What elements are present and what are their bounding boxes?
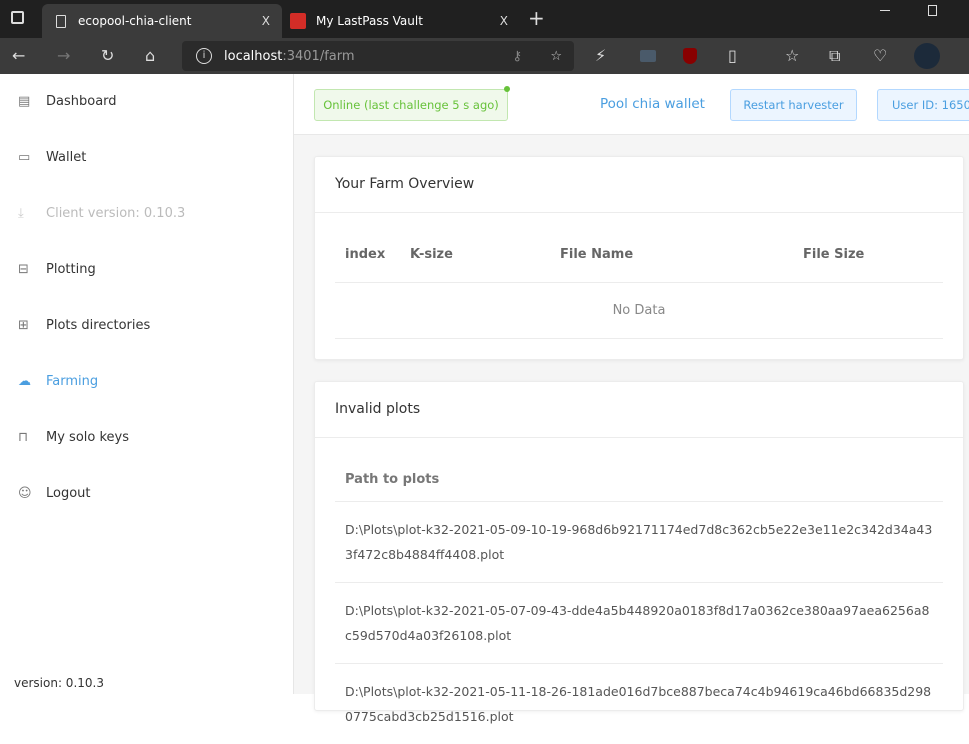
inbox-icon: ⊟ <box>18 262 29 277</box>
profile-avatar[interactable] <box>914 43 940 69</box>
table-row: D:\Plots\plot-k32-2021-05-11-18-26-181ad… <box>335 663 943 744</box>
status-badge: Online (last challenge 5 s ago) <box>314 86 510 121</box>
label: Logout <box>46 486 91 501</box>
table-row: D:\Plots\plot-k32-2021-05-07-09-43-dde4a… <box>335 582 943 663</box>
label: Farming <box>46 374 99 389</box>
user-id-button[interactable]: User ID: 1650 <box>877 89 969 121</box>
new-tab-button[interactable]: + <box>528 6 545 30</box>
sidebar-item-farming[interactable]: ☁ Farming <box>18 374 98 389</box>
info-icon: i <box>196 48 212 64</box>
version-label: version: 0.10.3 <box>14 676 104 690</box>
sidebar-item-client-version[interactable]: ⤓ Client version: 0.10.3 <box>18 206 185 221</box>
label: Client version: 0.10.3 <box>46 206 186 221</box>
tab-close-button[interactable]: X <box>500 14 508 28</box>
column-header[interactable]: K-size <box>410 247 453 262</box>
wallet-icon: ▭ <box>18 150 31 165</box>
ublock-icon[interactable] <box>683 48 697 64</box>
card-title: Invalid plots <box>315 382 963 438</box>
column-header[interactable]: index <box>345 247 385 262</box>
sidebar-item-plotting[interactable]: ⊟ Plotting <box>18 262 96 277</box>
collections-icon[interactable]: ⧉ <box>829 46 840 66</box>
browser-essentials-icon[interactable]: ♡ <box>873 46 887 65</box>
label: Plots directories <box>46 318 151 333</box>
maximize-button[interactable] <box>928 5 937 16</box>
tab-title: My LastPass Vault <box>316 14 423 28</box>
column-header[interactable]: File Size <box>803 247 864 262</box>
empty-state: No Data <box>335 283 943 339</box>
label: Plotting <box>46 262 96 277</box>
tab-actions-icon[interactable] <box>11 11 24 24</box>
pool-wallet-link[interactable]: Pool chia wallet <box>600 96 705 112</box>
card-title: Your Farm Overview <box>315 157 963 213</box>
extension-icon[interactable]: ⚡ <box>595 46 606 65</box>
home-icon[interactable]: ⌂ <box>145 46 155 65</box>
sidebar: ▤ Dashboard ▭ Wallet ⤓ Client version: 0.10… <box>0 74 294 694</box>
tab-ecopool[interactable]: ecopool-chia-client X <box>42 4 282 38</box>
address-bar[interactable]: i localhost:3401/farm ⚷ ☆ <box>182 41 574 71</box>
header-bar: Online (last challenge 5 s ago) Pool chi… <box>294 74 969 135</box>
lock-icon: ⊓ <box>18 430 29 445</box>
tab-lastpass[interactable]: My LastPass Vault X <box>282 4 520 38</box>
sidebar-item-solo-keys[interactable]: ⊓ My solo keys <box>18 430 129 445</box>
office-icon[interactable]: ▯ <box>728 46 737 65</box>
sidebar-item-plots-directories[interactable]: ⊞ Plots directories <box>18 318 150 333</box>
minimize-button[interactable] <box>880 10 890 11</box>
column-header[interactable]: File Name <box>560 247 633 262</box>
table-row: D:\Plots\plot-k32-2021-05-09-10-19-968d6… <box>335 501 943 582</box>
main-content: Online (last challenge 5 s ago) Pool chi… <box>294 74 969 724</box>
sidebar-item-wallet[interactable]: ▭ Wallet <box>18 150 86 165</box>
lastpass-extension-icon[interactable] <box>640 50 656 62</box>
lastpass-icon <box>290 13 306 29</box>
restart-harvester-button[interactable]: Restart harvester <box>730 89 857 121</box>
cloud-icon: ☁ <box>18 374 31 389</box>
url-host: localhost <box>224 48 283 64</box>
label: Wallet <box>46 150 87 165</box>
page-icon <box>56 14 66 28</box>
download-icon: ⤓ <box>18 206 24 221</box>
browser-toolbar: ← → ↻ ⌂ i localhost:3401/farm ⚷ ☆ ⚡ ▯ ☆ … <box>0 38 969 74</box>
chart-icon: ▤ <box>18 94 31 109</box>
favorites-icon[interactable]: ☆ <box>785 46 799 65</box>
sidebar-item-logout[interactable]: ☺ Logout <box>18 486 91 501</box>
tab-bar: ecopool-chia-client X My LastPass Vault … <box>0 0 969 38</box>
user-icon: ☺ <box>18 486 32 501</box>
folder-add-icon: ⊞ <box>18 318 29 333</box>
label: Dashboard <box>46 94 117 109</box>
sidebar-item-dashboard[interactable]: ▤ Dashboard <box>18 94 117 109</box>
key-icon[interactable]: ⚷ <box>512 49 522 64</box>
farm-overview-card: Your Farm Overview index K-size File Nam… <box>314 156 964 360</box>
column-header: Path to plots <box>345 472 440 487</box>
forward-icon[interactable]: → <box>57 46 70 65</box>
table-header: index K-size File Name File Size <box>335 213 943 283</box>
tab-close-button[interactable]: X <box>262 14 270 28</box>
tab-title: ecopool-chia-client <box>78 14 192 28</box>
status-text: Online (last challenge 5 s ago) <box>323 98 499 112</box>
refresh-icon[interactable]: ↻ <box>101 46 114 65</box>
favorite-add-icon[interactable]: ☆ <box>550 49 562 64</box>
invalid-plots-card: Invalid plots Path to plots D:\Plots\plo… <box>314 381 964 724</box>
label: My solo keys <box>46 430 129 445</box>
url-path: :3401/farm <box>282 48 355 64</box>
online-dot <box>504 86 510 92</box>
back-icon[interactable]: ← <box>12 46 25 65</box>
